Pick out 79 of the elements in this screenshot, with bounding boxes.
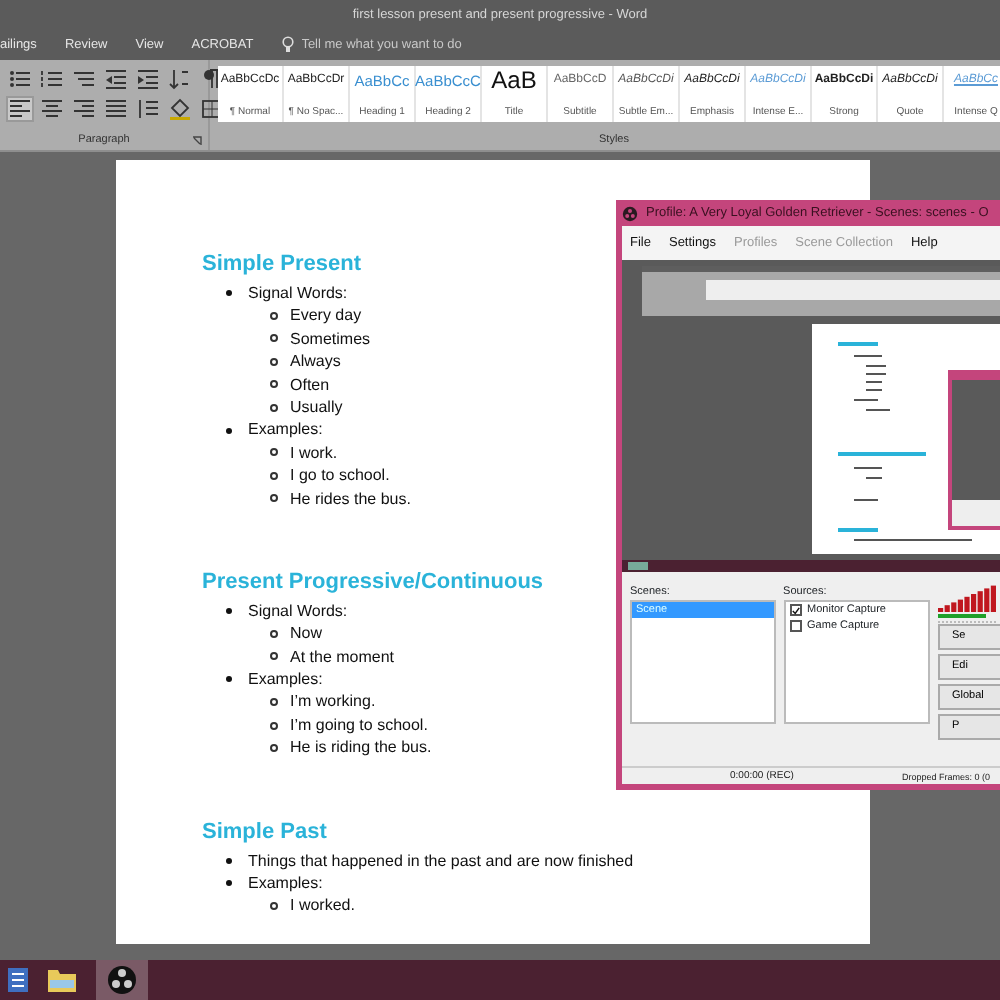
list-item: I work. bbox=[290, 441, 338, 465]
ribbon-tool-button[interactable] bbox=[8, 68, 32, 90]
bullet-icon bbox=[226, 427, 232, 434]
ribbon-tool-button[interactable] bbox=[168, 98, 192, 120]
align-center-icon bbox=[40, 98, 64, 120]
list-item: Now bbox=[290, 622, 323, 646]
list-item: At the moment bbox=[290, 645, 395, 669]
circle-bullet-icon bbox=[270, 494, 278, 503]
circle-bullet-icon bbox=[270, 448, 278, 457]
paint-bucket-icon bbox=[168, 98, 192, 120]
circle-bullet-icon bbox=[270, 403, 278, 412]
list-item: Things that happened in the past and are now finished bbox=[248, 849, 634, 873]
ribbon-tool-button[interactable] bbox=[104, 98, 128, 120]
bullet-icon bbox=[226, 880, 232, 887]
app-logo-icon bbox=[622, 205, 638, 221]
ribbon-tool-button[interactable] bbox=[8, 98, 32, 120]
lightbulb-icon bbox=[281, 36, 294, 54]
list-item: He rides the bus. bbox=[290, 487, 411, 510]
ribbon-tool-button[interactable] bbox=[136, 98, 160, 120]
checkbox[interactable] bbox=[789, 620, 802, 633]
list-item: Usually bbox=[290, 395, 343, 419]
ribbon-tool-button[interactable] bbox=[200, 68, 224, 90]
section-heading: Simple Past bbox=[202, 817, 327, 848]
circle-bullet-icon bbox=[270, 721, 278, 730]
list-item: Examples: bbox=[248, 668, 323, 691]
bullets-icon bbox=[8, 68, 32, 90]
list-item: Signal Words: bbox=[248, 282, 348, 305]
list-item: Sometimes bbox=[290, 327, 371, 351]
align-right-icon bbox=[72, 98, 96, 120]
list-item: Examples: bbox=[248, 418, 323, 442]
circle-bullet-icon bbox=[270, 334, 278, 343]
ribbon-tool-button[interactable] bbox=[72, 98, 96, 120]
circle-bullet-icon bbox=[270, 902, 278, 911]
line-spacing-icon bbox=[136, 98, 160, 120]
ribbon-tool-button[interactable] bbox=[72, 68, 96, 90]
pilcrow-icon bbox=[200, 68, 224, 90]
ribbon-tool-button[interactable] bbox=[136, 68, 160, 90]
ribbon-tool-button[interactable] bbox=[104, 68, 128, 90]
circle-bullet-icon bbox=[270, 652, 278, 661]
circle-bullet-icon bbox=[270, 743, 278, 752]
bullet-icon bbox=[226, 290, 232, 297]
document-app-icon bbox=[8, 964, 28, 996]
justify-icon bbox=[104, 98, 128, 120]
ribbon-tool-button[interactable] bbox=[40, 98, 64, 120]
dialog-launcher-icon[interactable] bbox=[192, 136, 202, 146]
bullet-icon bbox=[226, 676, 232, 683]
circle-bullet-icon bbox=[270, 380, 278, 389]
list-item: Every day bbox=[290, 304, 362, 328]
sort-icon bbox=[168, 68, 192, 90]
increase-indent-icon bbox=[136, 68, 160, 90]
circle-bullet-icon bbox=[270, 698, 278, 707]
list-item: I’m going to school. bbox=[290, 713, 428, 737]
list-item: I worked. bbox=[290, 894, 355, 918]
list-item: He is riding the bus. bbox=[290, 736, 432, 760]
volume-meter-icon bbox=[938, 584, 998, 624]
folder-icon bbox=[46, 964, 78, 996]
section-heading: Present Progressive/Continuous bbox=[202, 567, 544, 598]
multilevel-list-icon bbox=[72, 68, 96, 90]
list-item: Examples: bbox=[248, 872, 323, 895]
bullet-icon bbox=[226, 857, 232, 864]
bullet-icon bbox=[226, 608, 232, 615]
list-item: Always bbox=[290, 350, 341, 374]
list-item: I go to school. bbox=[290, 464, 390, 488]
decrease-indent-icon bbox=[104, 68, 128, 90]
numbering-icon bbox=[40, 68, 64, 90]
section-heading: Simple Present bbox=[202, 250, 361, 280]
circle-bullet-icon bbox=[270, 357, 278, 366]
taskbar-button[interactable] bbox=[96, 960, 148, 1000]
circle-bullet-icon bbox=[270, 471, 278, 480]
align-left-icon bbox=[8, 98, 32, 120]
ribbon-tool-button[interactable] bbox=[40, 68, 64, 90]
app-logo-icon bbox=[106, 964, 138, 996]
circle-bullet-icon bbox=[270, 629, 278, 638]
list-item: Often bbox=[290, 373, 330, 396]
list-item: Signal Words: bbox=[248, 599, 348, 623]
circle-bullet-icon bbox=[270, 312, 278, 321]
ribbon-tool-button[interactable] bbox=[168, 68, 192, 90]
list-item: I’m working. bbox=[290, 690, 376, 714]
checkbox[interactable] bbox=[789, 604, 802, 617]
